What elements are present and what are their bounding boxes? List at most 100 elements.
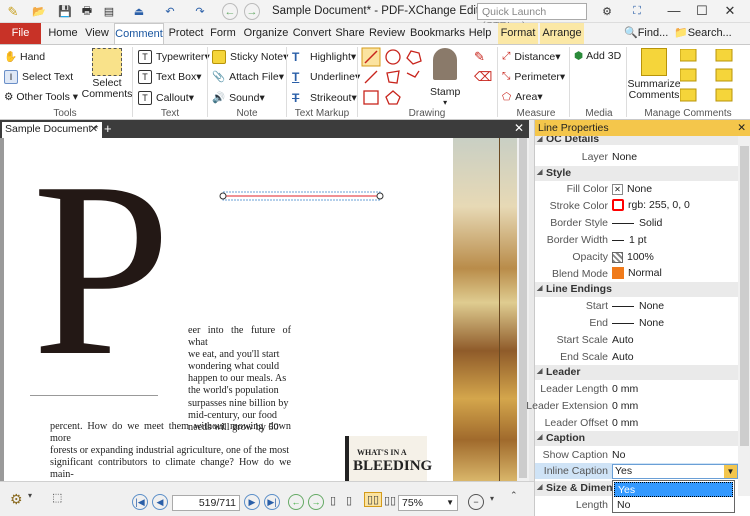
section-size-dimensions[interactable]: Size & Dimensions: [535, 481, 612, 496]
tab-comment[interactable]: Comment: [114, 23, 164, 44]
find-button[interactable]: 🔍Find...: [624, 23, 670, 44]
prop-value-layer[interactable]: None: [612, 151, 637, 163]
line-start-handle[interactable]: [219, 192, 227, 200]
tab-view[interactable]: View: [82, 23, 112, 44]
sticky-note-button[interactable]: Sticky Note▾: [212, 50, 288, 64]
zoom-out-button[interactable]: −: [468, 494, 484, 510]
zoom-menu-icon[interactable]: ▾: [490, 494, 494, 503]
minimize-button[interactable]: —: [662, 2, 686, 20]
status-menu-icon[interactable]: ▾: [28, 491, 32, 500]
callout-button[interactable]: T Callout ▾: [138, 91, 194, 105]
tab-protect[interactable]: Protect: [166, 23, 206, 44]
save-icon[interactable]: 💾: [56, 3, 74, 20]
page-canvas[interactable]: P eer into the future of what we eat, and…: [4, 138, 517, 481]
quick-launch-input[interactable]: Quick Launch (CTRL+.): [477, 3, 587, 32]
prop-value-leader-length[interactable]: 0 mm: [612, 383, 638, 395]
pentagon-icon[interactable]: [385, 90, 401, 105]
area-button[interactable]: ⬠ Area ▾: [502, 91, 543, 103]
page-number-input[interactable]: 519/711: [172, 495, 240, 511]
polyline-icon[interactable]: [406, 70, 420, 78]
add-3d-button[interactable]: ⬢ Add 3D: [574, 50, 621, 62]
cloud-icon[interactable]: [406, 50, 422, 65]
fullscreen-icon[interactable]: ⛶: [628, 3, 646, 20]
export-comments-icon[interactable]: [715, 49, 733, 62]
document-scrollbar[interactable]: [517, 138, 529, 481]
prop-value-stroke-color[interactable]: rgb: 255, 0, 0: [612, 199, 690, 211]
distance-button[interactable]: ⤢ Distance ▾: [502, 50, 561, 63]
panel-scroll-thumb[interactable]: [740, 146, 749, 446]
prop-value-opacity[interactable]: 100%: [612, 251, 654, 263]
tab-file[interactable]: File: [0, 23, 41, 44]
undo-icon[interactable]: ↶: [162, 3, 178, 20]
first-page-button[interactable]: |◀: [132, 494, 148, 510]
sound-button[interactable]: 🔊 Sound ▾: [212, 91, 265, 105]
search-button[interactable]: 📁Search...: [674, 23, 740, 44]
single-page-icon[interactable]: ▯: [330, 494, 336, 507]
section-line-endings[interactable]: Line Endings: [535, 282, 738, 297]
prop-value-fill-color[interactable]: ✕ None: [612, 183, 652, 195]
facing-pages-icon[interactable]: ▯▯: [364, 492, 383, 507]
tab-organize[interactable]: Organize: [242, 23, 290, 44]
line-end-handle[interactable]: [376, 192, 384, 200]
forward-icon[interactable]: →: [244, 3, 260, 20]
email-icon[interactable]: ⏏: [128, 3, 150, 20]
other-tools-button[interactable]: ⚙ Other Tools ▾: [4, 91, 78, 103]
prop-value-end-scale[interactable]: Auto: [612, 351, 634, 363]
close-panel-icon[interactable]: ✕: [737, 120, 746, 136]
polygon-icon[interactable]: [386, 70, 400, 84]
chevron-down-icon[interactable]: ▼: [724, 465, 737, 478]
prop-value-border-width[interactable]: 1 pt: [612, 234, 647, 246]
option-yes[interactable]: Yes: [614, 482, 733, 497]
next-page-button[interactable]: ▶: [244, 494, 260, 510]
section-leader[interactable]: Leader: [535, 365, 738, 380]
tab-review[interactable]: Review: [368, 23, 406, 44]
tab-help[interactable]: Help: [466, 23, 494, 44]
panel-scrollbar[interactable]: [738, 136, 750, 496]
maximize-button[interactable]: ☐: [690, 2, 714, 20]
last-page-button[interactable]: ▶|: [264, 494, 280, 510]
section-oc-details[interactable]: OC Details: [535, 136, 738, 145]
tab-form[interactable]: Form: [208, 23, 238, 44]
close-tab-icon[interactable]: ✕: [90, 122, 98, 137]
stamp-button[interactable]: Stamp ▾: [430, 48, 460, 107]
select-comments-button[interactable]: Select Comments: [82, 48, 132, 100]
back-view-button[interactable]: ←: [288, 494, 304, 510]
tab-format[interactable]: Format: [498, 23, 538, 44]
option-no[interactable]: No: [614, 498, 733, 513]
hand-tool[interactable]: ✋ Hand: [4, 50, 45, 64]
status-settings-icon[interactable]: ⚙: [10, 491, 23, 508]
underline-button[interactable]: TUnderline▾: [292, 70, 360, 84]
line-annotation[interactable]: [219, 190, 385, 202]
scroll-thumb[interactable]: [519, 138, 527, 478]
flatten-comments-icon[interactable]: [680, 68, 697, 82]
inline-caption-dropdown[interactable]: Yes ▼: [612, 464, 738, 479]
comments-list-icon[interactable]: [715, 88, 733, 102]
prop-value-border-style[interactable]: Solid: [612, 217, 662, 229]
forward-view-button[interactable]: →: [308, 494, 324, 510]
document-tab[interactable]: Sample Document * ✕: [2, 122, 102, 138]
close-document-icon[interactable]: ✕: [514, 121, 524, 135]
prop-value-leader-offset[interactable]: 0 mm: [612, 417, 638, 429]
arrow-icon[interactable]: [364, 70, 378, 84]
expand-icon[interactable]: ⌃: [510, 490, 518, 501]
eraser-icon[interactable]: ⌫: [474, 69, 492, 85]
tab-arrange[interactable]: Arrange: [540, 23, 584, 44]
open-icon[interactable]: 📂: [28, 3, 50, 20]
import-comments-icon[interactable]: [680, 49, 697, 62]
zoom-select[interactable]: 75% ▼: [398, 495, 458, 511]
comment-styles-icon[interactable]: [715, 68, 733, 82]
summarize-comments-button[interactable]: Summarize Comments: [627, 48, 681, 101]
select-text-tool[interactable]: I Select Text: [4, 70, 73, 84]
attach-file-button[interactable]: 📎 Attach File ▾: [212, 70, 284, 84]
section-style[interactable]: Style: [535, 166, 738, 181]
prop-value-start[interactable]: None: [612, 300, 664, 312]
pencil-icon[interactable]: ✎: [474, 49, 485, 65]
back-icon[interactable]: ←: [222, 3, 238, 20]
continuous-icon[interactable]: ▯: [346, 494, 352, 507]
prop-value-end[interactable]: None: [612, 317, 664, 329]
redo-icon[interactable]: ↷: [192, 3, 208, 20]
prop-value-leader-extension[interactable]: 0 mm: [612, 400, 638, 412]
tab-convert[interactable]: Convert: [292, 23, 332, 44]
highlight-button[interactable]: T Highlight ▾: [292, 50, 356, 64]
new-tab-icon[interactable]: +: [104, 121, 112, 136]
